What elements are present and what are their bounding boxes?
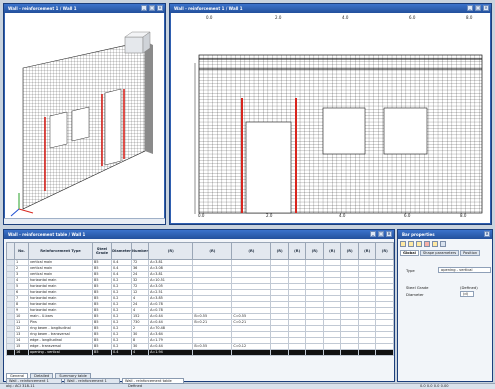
props-title-text: Bar properties xyxy=(402,232,435,237)
table-body[interactable]: 1 vertical main B5 0.4 72 A=3.81 2 vertical mai… xyxy=(6,259,394,356)
tab-position[interactable]: Position xyxy=(460,250,481,256)
col-header-r1[interactable]: (R) xyxy=(148,242,194,260)
col-header-r9[interactable]: (R) xyxy=(357,242,377,260)
bottom-ruler-label-0: 0.0 xyxy=(198,213,205,218)
table-header-row: No. Reinforcement Type Steel Grade Diame… xyxy=(6,242,394,260)
col-header-grade[interactable]: Steel Grade xyxy=(92,242,112,260)
table-cell[interactable] xyxy=(375,349,394,356)
minimize-icon[interactable]: _ xyxy=(141,5,147,11)
reinforcement-table-window[interactable]: Wall - reinforcement table / Wall 1 _ □ … xyxy=(3,229,395,382)
col-header-r3[interactable]: (R) xyxy=(231,242,272,260)
bottom-ruler-label-3: 6.0 xyxy=(404,213,411,218)
window-controls: × xyxy=(484,231,490,237)
close-icon[interactable]: × xyxy=(157,5,163,11)
table-cell[interactable]: A=1.94 xyxy=(148,349,194,356)
props-tabs: Global Shape parameters Position xyxy=(400,250,481,256)
col-header-r4[interactable]: (R) xyxy=(270,242,289,260)
maximize-icon[interactable]: □ xyxy=(378,231,384,237)
minimize-icon[interactable]: _ xyxy=(370,231,376,237)
table-row[interactable]: 16 opening - vertical B5 0.4 4 A=1.94 xyxy=(6,349,394,356)
col-header-r2[interactable]: (R) xyxy=(192,242,233,260)
close-icon[interactable]: × xyxy=(386,231,392,237)
diameter-select[interactable]: (d) xyxy=(460,291,474,297)
settings-icon[interactable] xyxy=(440,241,446,247)
table-cell[interactable] xyxy=(357,349,377,356)
front-view-title: Wall - reinforcement 1 / Wall 1 xyxy=(170,4,491,13)
status-bar: Wall - reinforcement 1 Wall - reinforcem… xyxy=(0,378,495,389)
type-label: Type xyxy=(406,268,415,273)
diameter-label: Diameter xyxy=(406,292,424,297)
table-cell[interactable] xyxy=(287,349,307,356)
table-cell[interactable]: B5 xyxy=(92,349,112,356)
paste-icon[interactable] xyxy=(432,241,438,247)
window-controls: _ □ × xyxy=(141,5,163,11)
col-header-index xyxy=(6,242,15,260)
table-cell[interactable]: 16 xyxy=(14,349,29,356)
col-header-r10[interactable]: (R) xyxy=(375,242,394,260)
row-index-cell[interactable] xyxy=(6,349,15,356)
table-window-title-text: Wall - reinforcement table / Wall 1 xyxy=(8,232,86,237)
bar-properties-panel[interactable]: Bar properties × Global Shape parameters… xyxy=(397,229,493,382)
table-cell[interactable] xyxy=(270,349,289,356)
col-header-r5[interactable]: (R) xyxy=(287,242,307,260)
close-icon[interactable]: × xyxy=(483,5,489,11)
status-mid: Defined xyxy=(128,384,143,388)
front-view-window[interactable]: Wall - reinforcement 1 / Wall 1 _ □ × 0.… xyxy=(169,3,492,225)
bottom-ruler-label-4: 8.0 xyxy=(460,213,467,218)
front-wall-drawing xyxy=(194,54,483,214)
copy-icon[interactable] xyxy=(416,241,422,247)
table-cell[interactable] xyxy=(322,349,342,356)
table-cell[interactable]: 4 xyxy=(130,349,150,356)
table-cell[interactable]: opening - vertical xyxy=(28,349,93,356)
front-view-canvas[interactable]: 0.0 2.0 4.0 6.0 8.0 0.0 2.0 4.0 6.0 8.0 xyxy=(171,13,490,223)
col-header-r7[interactable]: (R) xyxy=(322,242,342,260)
col-header-type[interactable]: Reinforcement Type xyxy=(28,242,93,260)
table-cell[interactable] xyxy=(340,349,359,356)
tab-shape-parameters[interactable]: Shape parameters xyxy=(419,250,460,256)
minimize-icon[interactable]: _ xyxy=(467,5,473,11)
maximize-icon[interactable]: □ xyxy=(475,5,481,11)
col-header-r6[interactable]: (R) xyxy=(305,242,324,260)
iso-view-canvas[interactable] xyxy=(5,13,164,223)
close-icon[interactable]: × xyxy=(484,231,490,237)
type-select[interactable]: opening - vertical xyxy=(438,267,491,273)
status-right: 0.0 0.0 0.0 0.00 xyxy=(420,384,449,388)
maximize-icon[interactable]: □ xyxy=(149,5,155,11)
iso-wall-drawing xyxy=(10,31,153,217)
delete-icon[interactable] xyxy=(424,241,430,247)
status-left: obj.: ACI 318-11 xyxy=(6,384,35,388)
window-controls: _ □ × xyxy=(370,231,392,237)
bottom-ruler-label-2: 4.0 xyxy=(339,213,346,218)
table-cell[interactable] xyxy=(305,349,324,356)
props-title: Bar properties × xyxy=(398,230,492,239)
table-cell[interactable]: 0.4 xyxy=(111,349,132,356)
view-cube-icon xyxy=(124,31,151,54)
iso-view-window[interactable]: Wall - reinforcement 1 / Wall 1 _ □ × xyxy=(3,3,166,225)
table-cell[interactable] xyxy=(231,349,272,356)
tab-global[interactable]: Global xyxy=(400,250,419,256)
edit-icon[interactable] xyxy=(408,241,414,247)
col-header-no[interactable]: No. xyxy=(14,242,29,260)
table-cell[interactable] xyxy=(192,349,233,356)
props-toolbar xyxy=(400,241,446,247)
reinforcement-table[interactable]: No. Reinforcement Type Steel Grade Diame… xyxy=(6,242,394,356)
window-controls: _ □ × xyxy=(467,5,489,11)
status-tab-1[interactable]: Wall - reinforcement 1 xyxy=(64,378,120,384)
new-icon[interactable] xyxy=(400,241,406,247)
col-header-r8[interactable]: (R) xyxy=(340,242,359,260)
col-header-diameter[interactable]: Diameter xyxy=(111,242,132,260)
iso-view-footer xyxy=(4,218,165,224)
bottom-ruler-label-1: 2.0 xyxy=(266,213,273,218)
steel-grade-label: Steel Grade xyxy=(406,285,429,290)
col-header-number[interactable]: Number xyxy=(130,242,150,260)
steel-grade-value: (Defined) xyxy=(460,285,478,290)
table-window-title: Wall - reinforcement table / Wall 1 _ □ … xyxy=(4,230,394,239)
